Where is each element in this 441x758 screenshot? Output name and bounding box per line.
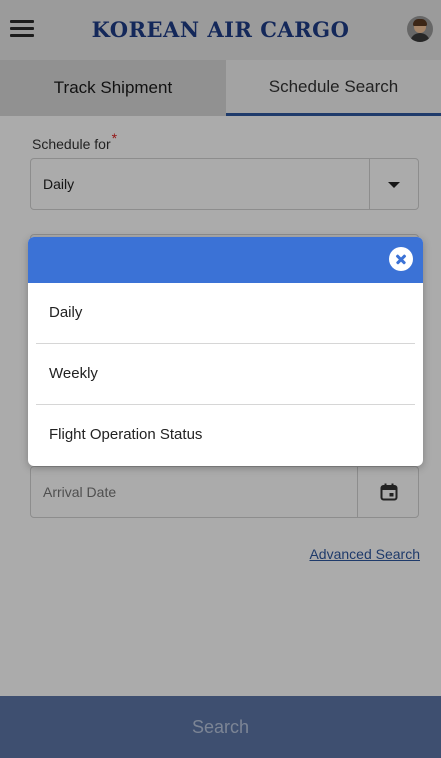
- schedule-for-dialog: Daily Weekly Flight Operation Status: [28, 237, 423, 466]
- option-label: Daily: [49, 304, 83, 321]
- option-daily[interactable]: Daily: [36, 283, 415, 344]
- option-label: Weekly: [49, 365, 98, 382]
- option-weekly[interactable]: Weekly: [36, 344, 415, 405]
- app-screen: KOREAN AIR CARGO Track Shipment Schedule…: [0, 0, 441, 758]
- option-label: Flight Operation Status: [49, 426, 203, 443]
- option-flight-operation-status[interactable]: Flight Operation Status: [36, 405, 415, 466]
- dialog-header: [28, 237, 423, 283]
- close-icon[interactable]: [389, 247, 413, 271]
